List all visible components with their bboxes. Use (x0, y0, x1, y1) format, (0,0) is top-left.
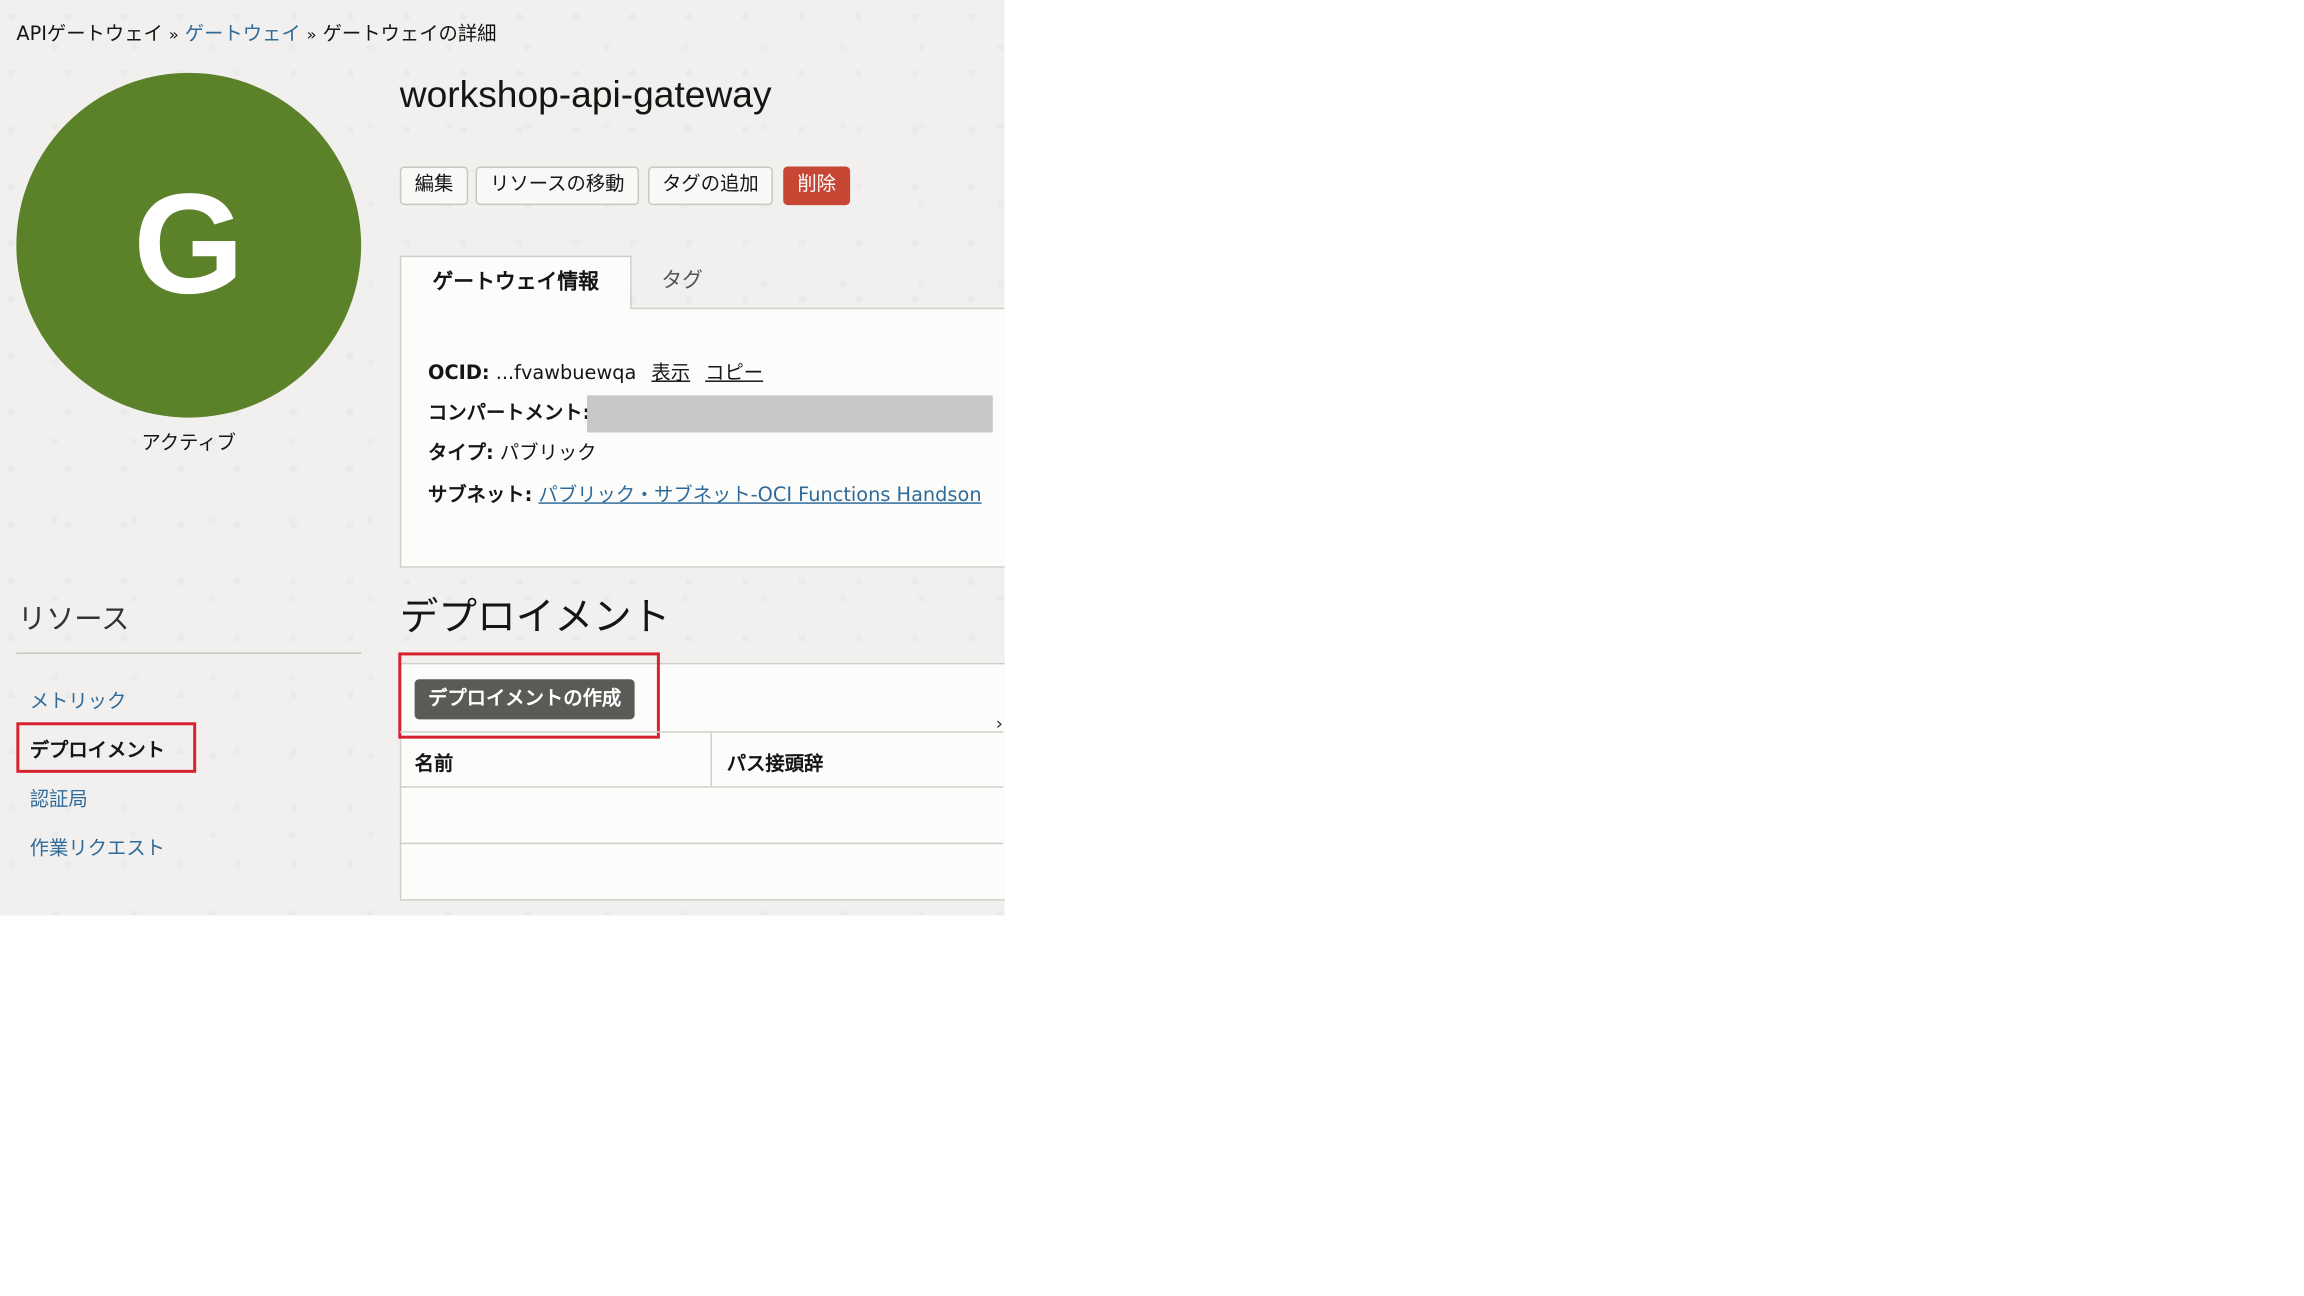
compartment-label: コンパートメント: (428, 402, 591, 426)
ocid-label: OCID: (428, 362, 490, 385)
edit-button[interactable]: 編集 (399, 166, 469, 206)
compartment-row: コンパートメント: (428, 397, 590, 425)
breadcrumb-current: ゲートウェイの詳細 (322, 23, 497, 47)
table-header-divider (399, 786, 1004, 788)
sidebar-item-metrics[interactable]: メトリック (30, 685, 127, 713)
ocid-copy-link[interactable]: コピー (705, 363, 763, 385)
breadcrumb: APIゲートウェイ» ゲートウェイ» ゲートウェイの詳細 (16, 18, 496, 46)
subnet-link[interactable]: パブリック・サブネット-OCI Functions Handson (539, 485, 982, 507)
resources-heading: リソース (17, 603, 130, 637)
gateway-details-page: APIゲートウェイ» ゲートウェイ» ゲートウェイの詳細 G アクティブ works… (0, 0, 1005, 916)
breadcrumb-gateways[interactable]: ゲートウェイ (185, 24, 301, 46)
highlight-box-deployments-nav (16, 722, 197, 773)
breadcrumb-separator-icon: » (168, 25, 179, 45)
ocid-value: ...fvawbuewqa (495, 362, 637, 385)
column-header-path-prefix[interactable]: パス接頭辞 (727, 748, 824, 776)
resources-divider (16, 652, 362, 654)
add-tags-button[interactable]: タグの追加 (647, 166, 773, 206)
highlight-box-create-deployment (398, 652, 660, 739)
type-label: タイプ: (428, 442, 494, 466)
tab-bar-divider (631, 307, 1005, 310)
type-row: タイプ: パブリック (428, 437, 596, 465)
gateway-avatar: G (16, 72, 362, 418)
table-column-divider (710, 732, 712, 787)
sidebar-item-work-requests[interactable]: 作業リクエスト (30, 832, 165, 860)
column-header-name[interactable]: 名前 (415, 748, 454, 776)
tab-gateway-info[interactable]: ゲートウェイ情報 (399, 255, 632, 310)
breadcrumb-api-gateway[interactable]: APIゲートウェイ (16, 24, 163, 46)
status-label: アクティブ (141, 432, 236, 455)
compartment-value-redacted (587, 395, 993, 433)
avatar-letter: G (133, 164, 245, 324)
ocid-show-link[interactable]: 表示 (651, 363, 690, 385)
tab-tags[interactable]: タグ (658, 256, 706, 310)
table-toolbar-divider (399, 731, 1004, 733)
deployments-heading: デプロイメント (399, 595, 671, 641)
ocid-row: OCID: ...fvawbuewqa 表示 コピー (428, 357, 763, 385)
chevron-right-icon[interactable]: › (996, 713, 1003, 734)
breadcrumb-separator-icon: » (306, 25, 317, 45)
subnet-row: サブネット: パブリック・サブネット-OCI Functions Handson (428, 479, 982, 507)
move-resource-button[interactable]: リソースの移動 (475, 166, 640, 206)
subnet-label: サブネット: (428, 484, 533, 507)
delete-button[interactable]: 削除 (783, 166, 851, 206)
type-value: パブリック (499, 442, 597, 466)
sidebar-item-certificates[interactable]: 認証局 (30, 783, 88, 811)
table-row-divider (399, 842, 1004, 845)
page-title: workshop-api-gateway (399, 74, 772, 116)
